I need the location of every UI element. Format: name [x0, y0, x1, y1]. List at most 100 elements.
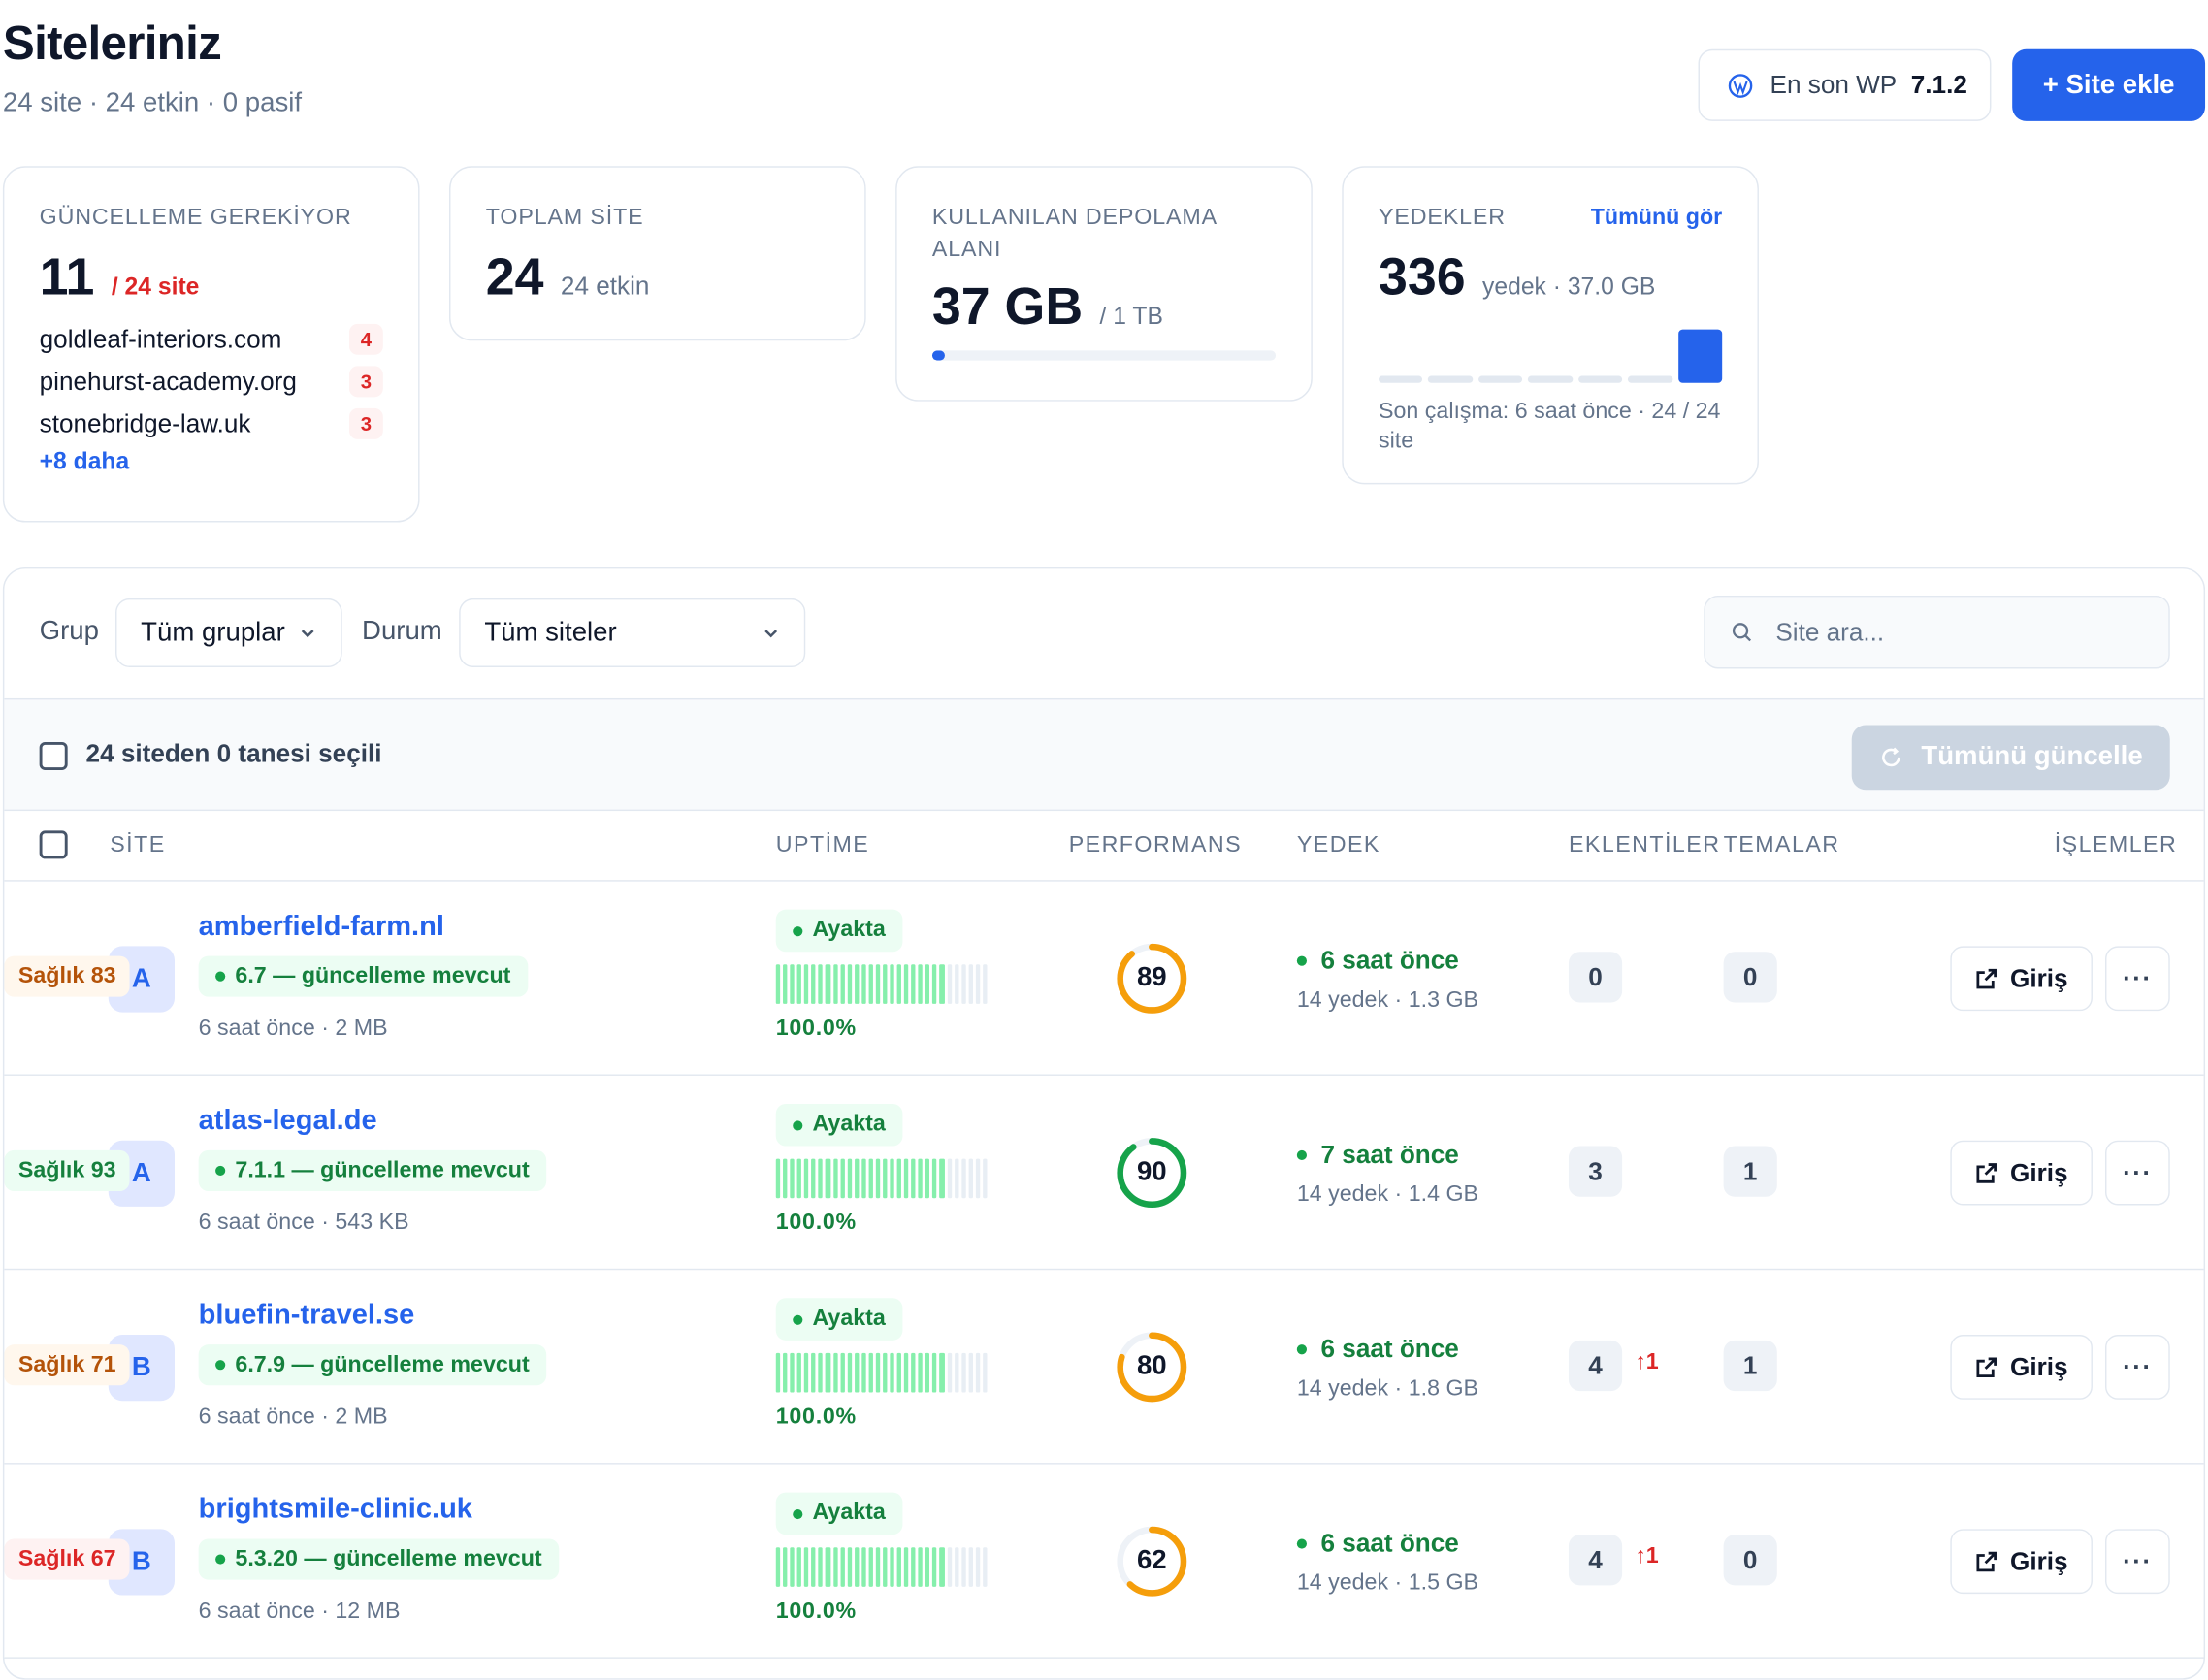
plugins-count[interactable]: 4	[1568, 1340, 1623, 1392]
themes-count[interactable]: 0	[1723, 1535, 1777, 1586]
updates-site-item[interactable]: stonebridge-law.uk 3	[40, 403, 383, 445]
uptime-bar	[968, 1158, 973, 1199]
site-name-link[interactable]: brightsmile-clinic.uk	[199, 1494, 472, 1526]
performance-score: 90	[1136, 1157, 1167, 1187]
themes-count[interactable]: 1	[1723, 1340, 1777, 1392]
backup-meta: 14 yedek · 1.5 GB	[1296, 1570, 1479, 1596]
page-title: Siteleriniz	[2, 16, 222, 71]
health-badge: Sağlık 67	[4, 1538, 131, 1580]
table-row[interactable]: Bbrightsmile-clinic.uk 5.3.20 — güncellem…	[4, 1465, 2204, 1659]
more-actions-button[interactable]: ···	[2104, 1529, 2170, 1595]
total-sites-count: 24	[485, 247, 544, 306]
site-name-link[interactable]: bluefin-travel.se	[199, 1300, 415, 1332]
backup-time: 7 saat önce	[1296, 1141, 1459, 1170]
select-all-checkbox[interactable]	[39, 741, 68, 770]
uptime-bar	[932, 964, 937, 1004]
more-actions-button[interactable]: ···	[2104, 1335, 2170, 1400]
login-button[interactable]: Giriş	[1950, 1335, 2093, 1400]
login-button[interactable]: Giriş	[1950, 1529, 2093, 1595]
health-badge: Sağlık 93	[4, 1149, 131, 1191]
table-row[interactable]: Bbluefin-travel.se 6.7.9 — güncelleme mev…	[4, 1270, 2204, 1465]
uptime-bar	[860, 1547, 866, 1587]
latest-wp-button[interactable]: En son WP 7.1.2	[1698, 48, 1992, 121]
plugins-count[interactable]: 0	[1568, 952, 1623, 1003]
uptime-bar	[968, 1352, 973, 1393]
plugins-count[interactable]: 4	[1568, 1535, 1623, 1586]
uptime-bar	[783, 1158, 788, 1199]
col-performance[interactable]: PERFORMANS	[1069, 833, 1242, 858]
site-search-input[interactable]: Site ara...	[1704, 595, 2170, 669]
site-name-link[interactable]: atlas-legal.de	[199, 1105, 377, 1137]
updates-site-name: goldleaf-interiors.com	[39, 324, 282, 353]
latest-wp-label: En son WP	[1770, 70, 1898, 99]
external-link-icon	[1977, 1356, 1997, 1377]
themes-count[interactable]: 1	[1723, 1146, 1777, 1197]
status-filter-label: Durum	[362, 616, 442, 647]
uptime-bar	[783, 1547, 788, 1587]
uptime-bar	[868, 1547, 873, 1587]
updates-site-list: goldleaf-interiors.com 4 pinehurst-acade…	[40, 318, 383, 445]
updates-site-item[interactable]: pinehurst-academy.org 3	[40, 361, 383, 404]
uptime-bar	[875, 1352, 881, 1393]
search-placeholder: Site ara...	[1775, 617, 1885, 646]
col-themes[interactable]: TEMALAR	[1724, 833, 1840, 858]
status-select[interactable]: Tüm siteler	[459, 598, 806, 668]
more-actions-button[interactable]: ···	[2104, 1140, 2170, 1206]
updates-site-item[interactable]: goldleaf-interiors.com 4	[40, 318, 383, 361]
uptime-bar	[804, 1547, 809, 1587]
uptime-bar	[868, 1352, 873, 1393]
uptime-bar	[826, 1158, 830, 1199]
uptime-bar	[804, 1158, 809, 1199]
uptime-bar	[839, 1158, 845, 1199]
uptime-bar	[960, 964, 966, 1004]
uptime-bar	[939, 1547, 945, 1587]
backup-time: 6 saat önce	[1296, 946, 1459, 975]
uptime-bar	[918, 964, 924, 1004]
site-name-link[interactable]: amberfield-farm.nl	[199, 911, 444, 943]
col-site[interactable]: SİTE	[110, 833, 165, 858]
uptime-bar	[826, 964, 830, 1004]
backup-history-bar	[1528, 375, 1573, 383]
group-select[interactable]: Tüm gruplar	[115, 598, 342, 668]
plugins-count[interactable]: 3	[1568, 1146, 1623, 1197]
login-button[interactable]: Giriş	[1950, 946, 2093, 1012]
uptime-bar	[775, 1158, 781, 1199]
col-uptime[interactable]: UPTİME	[776, 833, 869, 858]
group-filter-label: Grup	[39, 616, 99, 647]
uptime-bar	[818, 964, 824, 1004]
storage-total: / 1 TB	[1099, 303, 1163, 330]
themes-count[interactable]: 0	[1723, 952, 1777, 1003]
more-actions-button[interactable]: ···	[2104, 946, 2170, 1012]
table-row[interactable]: Aatlas-legal.de 7.1.1 — güncelleme mevcut…	[4, 1076, 2204, 1271]
total-active: 24 etkin	[560, 272, 650, 301]
updates-card-label: GÜNCELLEME GEREKİYOR	[39, 205, 352, 230]
backup-history-bar	[1577, 375, 1623, 383]
uptime-bar	[860, 1158, 866, 1199]
backups-see-all-link[interactable]: Tümünü gör	[1591, 205, 1722, 230]
login-button[interactable]: Giriş	[1950, 1140, 2093, 1206]
backup-meta: 14 yedek · 1.8 GB	[1296, 1376, 1479, 1402]
external-link-icon	[1977, 1162, 1997, 1182]
header-checkbox[interactable]	[39, 830, 68, 859]
uptime-bar	[839, 964, 845, 1004]
search-icon	[1732, 623, 1752, 642]
backups-size: yedek · 37.0 GB	[1482, 273, 1656, 301]
health-badge: Sağlık 71	[4, 1344, 131, 1386]
total-sites-card: TOPLAM SİTE 24 24 etkin	[449, 166, 866, 341]
login-label: Giriş	[2009, 1546, 2068, 1575]
col-backup[interactable]: YEDEK	[1297, 833, 1380, 858]
update-all-button[interactable]: Tümünü güncelle	[1851, 725, 2170, 791]
wp-version-badge: 7.1.1 — güncelleme mevcut	[198, 1149, 547, 1191]
col-plugins[interactable]: EKLENTİLER	[1569, 833, 1720, 858]
backup-time: 6 saat önce	[1296, 1529, 1459, 1558]
updates-more-link[interactable]: +8 daha	[40, 448, 383, 476]
uptime-bar	[939, 1158, 945, 1199]
uptime-bar	[896, 1352, 902, 1393]
site-meta: 6 saat önce · 2 MB	[198, 1016, 388, 1041]
uptime-status-badge: Ayakta	[775, 909, 903, 953]
table-row[interactable]: Aamberfield-farm.nl 6.7 — güncelleme mevc…	[4, 882, 2204, 1076]
add-site-button[interactable]: + Site ekle	[2012, 48, 2206, 121]
site-meta: 6 saat önce · 12 MB	[198, 1599, 401, 1624]
uptime-bar	[960, 1547, 966, 1587]
login-label: Giriş	[2009, 1157, 2068, 1186]
